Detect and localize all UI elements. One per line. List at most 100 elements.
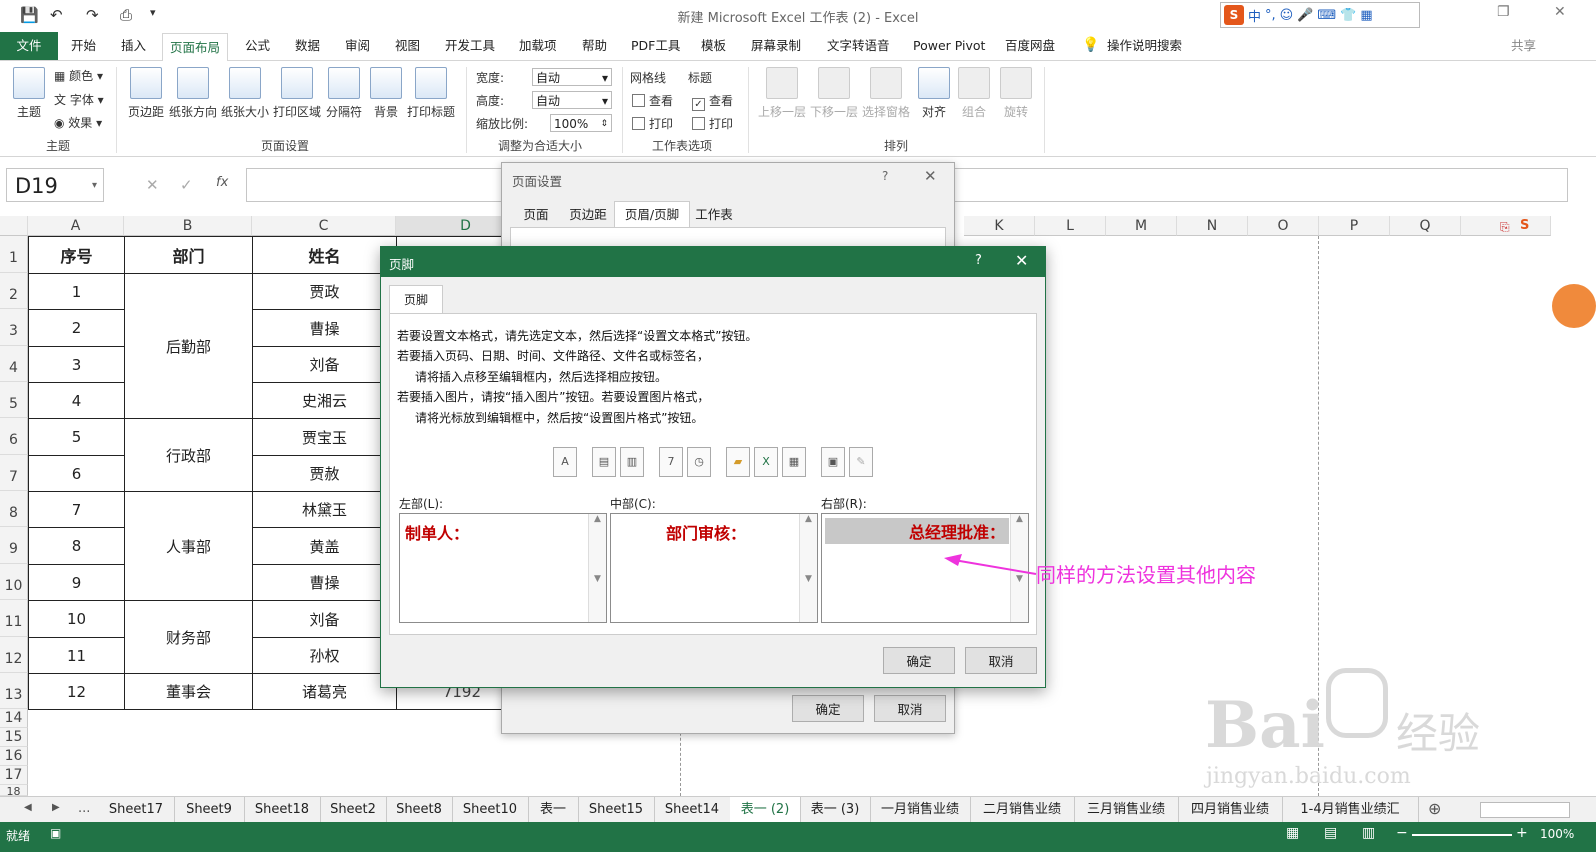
fonts-button[interactable]: 文 字体 ▾ <box>54 91 104 108</box>
headings-view-checkbox[interactable]: ✓ 查看 <box>692 92 733 111</box>
cell-id[interactable]: 3 <box>28 346 125 383</box>
ime-punct[interactable]: °, <box>1265 8 1276 23</box>
headings-print-checkbox[interactable]: 打印 <box>692 115 733 132</box>
left-section-editor[interactable]: 制单人： ▲ ▼ <box>399 513 607 623</box>
tab-addins[interactable]: 加载项 <box>512 32 564 60</box>
row-header-16[interactable]: 16 <box>0 747 28 766</box>
tab-pdf[interactable]: PDF工具 <box>624 32 687 60</box>
gridlines-print-checkbox[interactable]: 打印 <box>632 115 673 132</box>
cell-dept[interactable]: 行政部 <box>124 418 253 492</box>
scroll-right-icon[interactable]: ▶ <box>52 802 60 813</box>
insert-sheet-name-icon[interactable]: ▦ <box>782 447 806 477</box>
zoom-level[interactable]: 100% <box>1540 827 1574 841</box>
name-box[interactable]: D19 ▾ <box>6 168 104 202</box>
cell-name[interactable]: 贾政 <box>252 273 397 310</box>
cell-name[interactable]: 林黛玉 <box>252 491 397 528</box>
tab-margins[interactable]: 页边距 <box>562 203 614 227</box>
align-button[interactable]: 对齐 <box>914 67 954 120</box>
height-select[interactable]: 自动 ▾ <box>532 91 612 109</box>
zoom-out-icon[interactable]: − <box>1396 825 1408 841</box>
page-setup-ok-button[interactable]: 确定 <box>792 695 864 722</box>
rotate-button[interactable]: 旋转 <box>996 67 1036 120</box>
tab-home[interactable]: 开始 <box>64 32 103 60</box>
cell-id[interactable]: 10 <box>28 600 125 638</box>
cell-name[interactable]: 曹操 <box>252 564 397 601</box>
col-header-p[interactable]: P <box>1319 216 1390 236</box>
cell-id[interactable]: 8 <box>28 527 125 565</box>
sheet-tab[interactable]: Sheet10 <box>452 797 529 822</box>
horizontal-scrollbar[interactable] <box>1480 802 1570 818</box>
sheet-tab[interactable]: Sheet8 <box>386 797 453 822</box>
size-button[interactable]: 纸张大小 <box>220 67 270 120</box>
ime-lang[interactable]: 中 <box>1248 6 1261 25</box>
row-header-2[interactable]: 2 <box>0 273 28 309</box>
cell-name[interactable]: 贾宝玉 <box>252 418 397 456</box>
tab-header-footer[interactable]: 页眉/页脚 <box>614 201 690 228</box>
zoom-slider[interactable] <box>1412 834 1512 836</box>
row-header-6[interactable]: 6 <box>0 418 28 455</box>
selection-pane-button[interactable]: 选择窗格 <box>860 67 912 120</box>
tab-power-pivot[interactable]: Power Pivot <box>906 32 992 60</box>
cell-id[interactable]: 2 <box>28 309 125 347</box>
sheet-tab[interactable]: 1-4月销售业绩汇 <box>1282 797 1419 822</box>
enter-icon[interactable]: ✓ <box>180 176 193 194</box>
insert-page-count-icon[interactable]: ▥ <box>620 447 644 477</box>
ime-toolbar[interactable]: S 中 °, ☺ 🎤 ⌨ 👕 ▦ <box>1220 2 1420 28</box>
macro-record-icon[interactable]: ▣ <box>50 826 61 840</box>
send-backward-button[interactable]: 下移一层 <box>808 67 860 120</box>
cell-id[interactable]: 1 <box>28 273 125 310</box>
scrollbar[interactable]: ▲ ▼ <box>588 514 606 622</box>
row-header-10[interactable]: 10 <box>0 564 28 600</box>
share-button[interactable]: 共享 <box>1504 32 1543 60</box>
restore-icon[interactable]: ❐ <box>1497 4 1510 20</box>
cell-dept[interactable]: 董事会 <box>124 673 253 710</box>
fx-button[interactable]: fx <box>216 175 228 190</box>
cell-dept[interactable]: 人事部 <box>124 491 253 601</box>
tab-sheet[interactable]: 工作表 <box>688 203 740 227</box>
page-setup-cancel-button[interactable]: 取消 <box>874 695 946 722</box>
ime-emoji-icon[interactable]: ☺ <box>1280 8 1294 23</box>
tab-developer[interactable]: 开发工具 <box>438 32 502 60</box>
sheet-tab[interactable]: Sheet17 <box>98 797 175 822</box>
close-icon[interactable]: ✕ <box>924 167 937 185</box>
col-header-k[interactable]: K <box>964 216 1035 236</box>
themes-button[interactable]: 主题 <box>10 67 48 120</box>
sheet-tab-active[interactable]: 表一 (2) <box>730 797 801 824</box>
row-header-1[interactable]: 1 <box>0 236 28 273</box>
width-select[interactable]: 自动 ▾ <box>532 68 612 86</box>
add-sheet-icon[interactable]: ⊕ <box>1428 799 1441 818</box>
cell-header-id[interactable]: 序号 <box>28 236 125 274</box>
orientation-button[interactable]: 纸张方向 <box>168 67 218 120</box>
cell-dept[interactable]: 后勤部 <box>124 273 253 419</box>
col-header-l[interactable]: L <box>1035 216 1106 236</box>
insert-file-name-icon[interactable]: X <box>754 447 778 477</box>
cell-id[interactable]: 4 <box>28 382 125 419</box>
sheet-tab[interactable]: 一月销售业绩 <box>870 797 971 822</box>
page-layout-view-icon[interactable]: ▤ <box>1324 825 1337 841</box>
tab-tts[interactable]: 文字转语音 <box>820 32 897 60</box>
scroll-left-icon[interactable]: ◀ <box>24 802 32 813</box>
tab-file[interactable]: 文件 <box>0 32 58 60</box>
insert-date-icon[interactable]: 7 <box>659 447 683 477</box>
sheet-tab[interactable]: Sheet14 <box>654 797 731 822</box>
ime-voice-icon[interactable]: 🎤 <box>1297 8 1313 23</box>
cell-id[interactable]: 12 <box>28 673 125 710</box>
cell-header-dept[interactable]: 部门 <box>124 236 253 274</box>
scrollbar[interactable]: ▲ ▼ <box>799 514 817 622</box>
tab-data[interactable]: 数据 <box>288 32 327 60</box>
cell-name[interactable]: 孙权 <box>252 637 397 674</box>
col-header-n[interactable]: N <box>1177 216 1248 236</box>
cell-name[interactable]: 刘备 <box>252 600 397 638</box>
save-icon[interactable]: 💾 <box>20 6 39 24</box>
cell-id[interactable]: 9 <box>28 564 125 601</box>
row-header-14[interactable]: 14 <box>0 709 28 728</box>
undo-icon[interactable]: ↶ <box>50 6 63 24</box>
help-icon[interactable]: ? <box>975 253 982 268</box>
zoom-in-icon[interactable]: + <box>1516 825 1528 841</box>
page-break-view-icon[interactable]: ▥ <box>1362 825 1375 841</box>
close-icon[interactable]: ✕ <box>1015 251 1028 270</box>
sheet-tab[interactable]: 四月销售业绩 <box>1178 797 1283 822</box>
tab-page[interactable]: 页面 <box>510 203 562 227</box>
sheet-tab[interactable]: Sheet9 <box>174 797 245 822</box>
cell-name[interactable]: 贾赦 <box>252 455 397 492</box>
